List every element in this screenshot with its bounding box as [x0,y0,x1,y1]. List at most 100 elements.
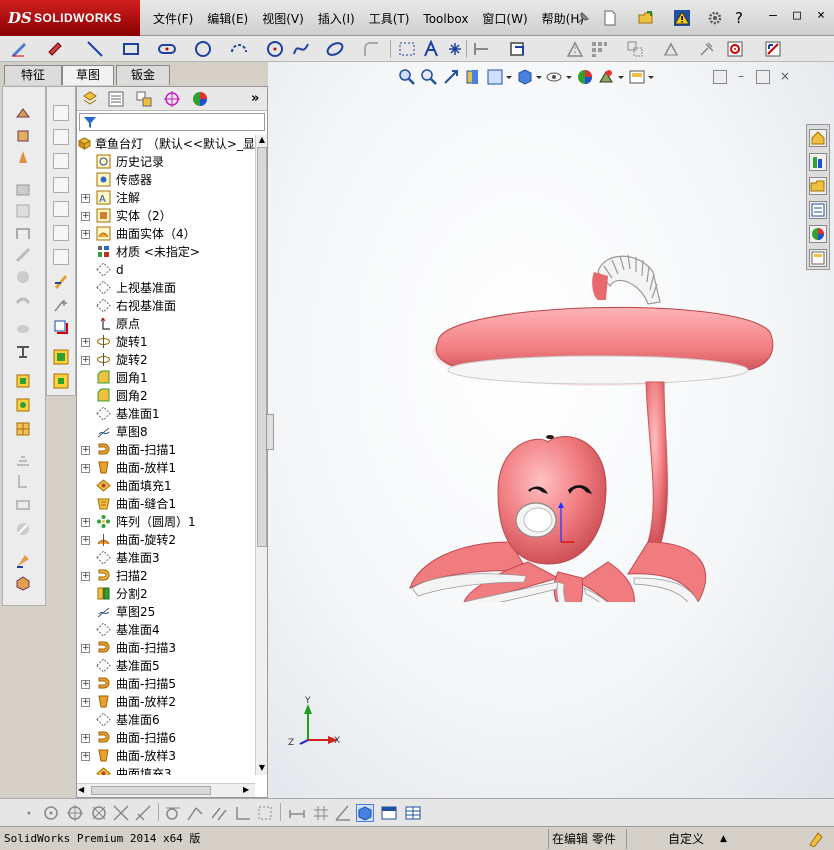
box-icon[interactable] [53,177,69,193]
unit-system-label[interactable]: 自定义 [668,831,704,847]
hide-show-items-icon[interactable] [546,68,572,86]
tree-filter-field[interactable] [79,113,265,131]
surface-layer-icon[interactable] [53,373,69,389]
maximize-button[interactable]: □ [788,8,806,24]
viewport-close-icon[interactable]: × [778,70,792,84]
expand-toggle-icon[interactable]: + [81,644,90,653]
tree-item[interactable]: + 旋转2 [77,351,255,369]
tree-item[interactable]: + 曲面-旋转2 [77,531,255,549]
intersect-icon[interactable] [15,575,31,591]
tree-item[interactable]: 上视基准面 [77,279,255,297]
curves-icon[interactable] [15,373,31,389]
angle-icon[interactable] [334,804,352,822]
smart-dimension-icon[interactable] [46,40,64,58]
expand-toggle-icon[interactable]: + [81,338,90,347]
arc-icon[interactable] [230,40,248,58]
apply-scene-icon[interactable] [598,68,624,86]
tree-root-part[interactable]: 章鱼台灯 （默认<<默认>_显示 [77,135,255,153]
box-icon[interactable] [53,225,69,241]
menu-toolbox[interactable]: Toolbox [416,10,475,28]
display-manager-icon[interactable] [191,90,209,108]
slot-icon[interactable] [158,40,176,58]
viewport-tile-icon[interactable] [713,70,727,84]
expand-toggle-icon[interactable]: + [81,572,90,581]
draft-icon[interactable] [15,473,31,489]
expand-toggle-icon[interactable]: + [81,680,90,689]
tree-item[interactable]: 右视基准面 [77,297,255,315]
viewport-minimize-icon[interactable]: – [734,70,748,84]
tab-features[interactable]: 特征 [4,65,62,85]
solidworks-resources-icon[interactable] [809,129,827,147]
property-manager-icon[interactable] [107,90,125,108]
rebuild-status-icon[interactable] [808,831,824,848]
tree-item[interactable]: + 曲面-扫描3 [77,639,255,657]
tree-item[interactable]: + 曲面-放样2 [77,693,255,711]
custom-properties-icon[interactable] [809,249,827,267]
rapid-sketch-icon[interactable] [726,40,744,58]
plane-sketch-icon[interactable] [398,40,416,58]
convert-entities-icon[interactable] [508,40,526,58]
swept-cut-icon[interactable] [15,269,31,285]
tree-item[interactable]: 材质 <未指定> [77,243,255,261]
dimxpert-icon[interactable] [163,90,181,108]
mirror-feature-icon[interactable] [15,451,31,467]
tree-item[interactable]: + 曲面-扫描1 [77,441,255,459]
tree-item[interactable]: 传感器 [77,171,255,189]
display-style-icon[interactable] [516,68,542,86]
tree-item[interactable]: + A 注解 [77,189,255,207]
intersection-icon[interactable] [112,804,130,822]
expand-toggle-icon[interactable]: + [81,230,90,239]
fillet-feature-icon[interactable] [15,319,31,335]
tree-item[interactable]: 基准面5 [77,657,255,675]
menu-file[interactable]: 文件(F) [146,10,200,28]
grid-snap-icon[interactable] [256,804,274,822]
dimension-icon[interactable] [288,804,306,822]
parallel-icon[interactable] [210,804,228,822]
tree-item[interactable]: 草图8 [77,423,255,441]
surface-layer-icon[interactable] [53,349,69,365]
move-entities-icon[interactable] [626,40,644,58]
panel-collapse-handle[interactable] [266,414,274,450]
tree-item[interactable]: 曲面-缝合1 [77,495,255,513]
tree-item[interactable]: d [77,261,255,279]
tree-item[interactable]: 分割2 [77,585,255,603]
expand-toggle-icon[interactable]: + [81,536,90,545]
lofted-boss-icon[interactable] [15,181,31,197]
line-icon[interactable] [86,40,104,58]
grid-icon[interactable] [312,804,330,822]
previous-view-icon[interactable] [442,68,460,86]
pattern-icon[interactable] [15,421,31,437]
expand-toggle-icon[interactable]: + [81,518,90,527]
tree-item[interactable]: 基准面4 [77,621,255,639]
expand-toggle-icon[interactable]: + [81,194,90,203]
trim-icon[interactable] [472,40,490,58]
expand-toggle-icon[interactable]: + [81,212,90,221]
tree-item[interactable]: + 扫描2 [77,567,255,585]
scroll-thumb-horizontal[interactable] [91,786,211,795]
expand-toggle-icon[interactable]: + [81,356,90,365]
zoom-to-fit-icon[interactable] [398,68,416,86]
new-document-icon[interactable] [601,9,619,27]
expand-toggle-icon[interactable]: + [81,698,90,707]
sketch-icon[interactable] [10,40,28,58]
section-view-icon[interactable] [464,68,482,86]
solidworks-logo[interactable]: DS SOLIDWORKS [0,0,140,36]
layout-icon[interactable] [380,804,398,822]
wrap-icon[interactable] [15,521,31,537]
linear-pattern-icon[interactable] [590,40,608,58]
dome-icon[interactable] [15,553,31,569]
polygon-icon[interactable] [266,40,284,58]
appearances-icon[interactable] [809,225,827,243]
expand-toggle-icon[interactable]: + [81,752,90,761]
box-icon[interactable] [53,201,69,217]
shell-icon[interactable] [15,497,31,513]
tangent-icon[interactable] [164,804,182,822]
configuration-manager-icon[interactable] [135,90,153,108]
menu-tools[interactable]: 工具(T) [362,10,417,28]
horizontal-vertical-icon[interactable] [234,804,252,822]
rectangle-icon[interactable] [122,40,140,58]
quadrant-icon[interactable] [90,804,108,822]
menu-edit[interactable]: 编辑(E) [200,10,255,28]
menu-insert[interactable]: 插入(I) [311,10,362,28]
design-library-icon[interactable] [809,153,827,171]
